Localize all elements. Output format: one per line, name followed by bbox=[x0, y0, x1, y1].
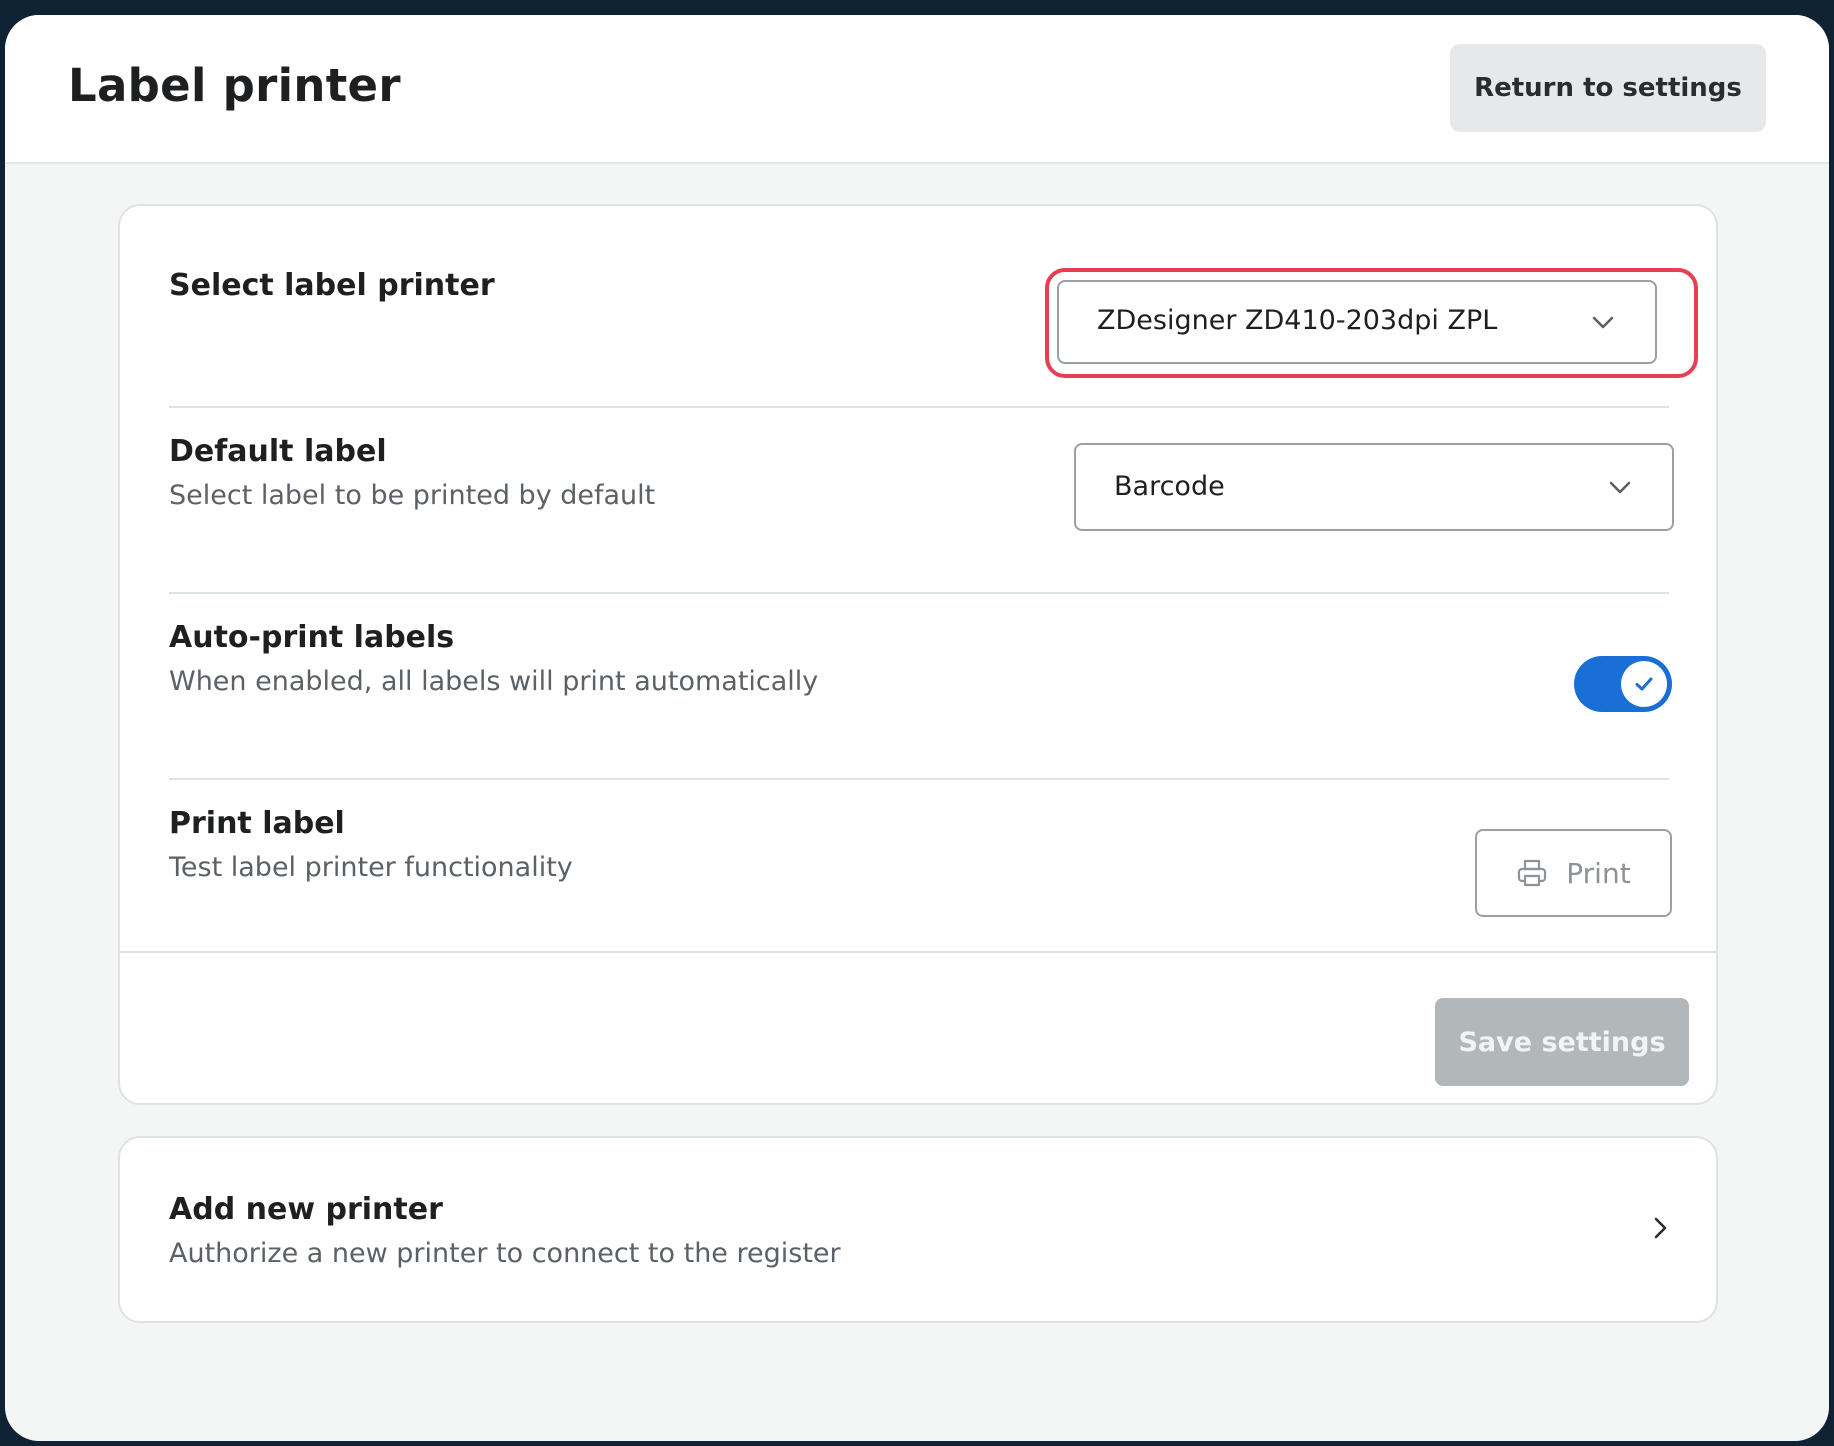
toggle-knob bbox=[1621, 661, 1667, 707]
page-header: Label printer Return to settings bbox=[5, 15, 1829, 164]
auto-print-description: When enabled, all labels will print auto… bbox=[169, 666, 819, 697]
footer-divider bbox=[120, 951, 1716, 953]
printer-select[interactable]: ZDesigner ZD410-203dpi ZPL bbox=[1057, 280, 1657, 364]
chevron-right-icon bbox=[1654, 1217, 1667, 1239]
print-test-button[interactable]: Print bbox=[1475, 829, 1672, 917]
row-divider bbox=[169, 778, 1669, 780]
add-printer-card[interactable]: Add new printer Authorize a new printer … bbox=[118, 1136, 1718, 1323]
row-divider bbox=[169, 592, 1669, 594]
chevron-down-icon bbox=[1609, 481, 1631, 494]
auto-print-title: Auto-print labels bbox=[169, 620, 455, 655]
check-icon bbox=[1635, 677, 1653, 691]
print-button-label: Print bbox=[1566, 856, 1631, 890]
default-label-title: Default label bbox=[169, 434, 387, 469]
printer-select-value: ZDesigner ZD410-203dpi ZPL bbox=[1097, 305, 1498, 336]
row-divider bbox=[169, 406, 1669, 408]
chevron-down-icon bbox=[1592, 316, 1614, 329]
add-printer-description: Authorize a new printer to connect to th… bbox=[169, 1238, 841, 1269]
print-label-description: Test label printer functionality bbox=[169, 852, 573, 883]
page-title: Label printer bbox=[68, 59, 401, 112]
default-label-description: Select label to be printed by default bbox=[169, 480, 656, 511]
add-printer-title: Add new printer bbox=[169, 1192, 443, 1227]
auto-print-toggle[interactable] bbox=[1574, 656, 1672, 712]
save-settings-button[interactable]: Save settings bbox=[1435, 998, 1689, 1086]
printer-icon bbox=[1518, 859, 1547, 887]
print-label-title: Print label bbox=[169, 806, 345, 841]
default-label-select-value: Barcode bbox=[1114, 471, 1225, 502]
return-to-settings-button[interactable]: Return to settings bbox=[1450, 44, 1766, 132]
select-printer-title: Select label printer bbox=[169, 268, 495, 303]
label-printer-window: Label printer Return to settings Select … bbox=[5, 15, 1829, 1441]
default-label-select[interactable]: Barcode bbox=[1074, 443, 1674, 531]
printer-settings-card: Select label printer ZDesigner ZD410-203… bbox=[118, 204, 1718, 1105]
